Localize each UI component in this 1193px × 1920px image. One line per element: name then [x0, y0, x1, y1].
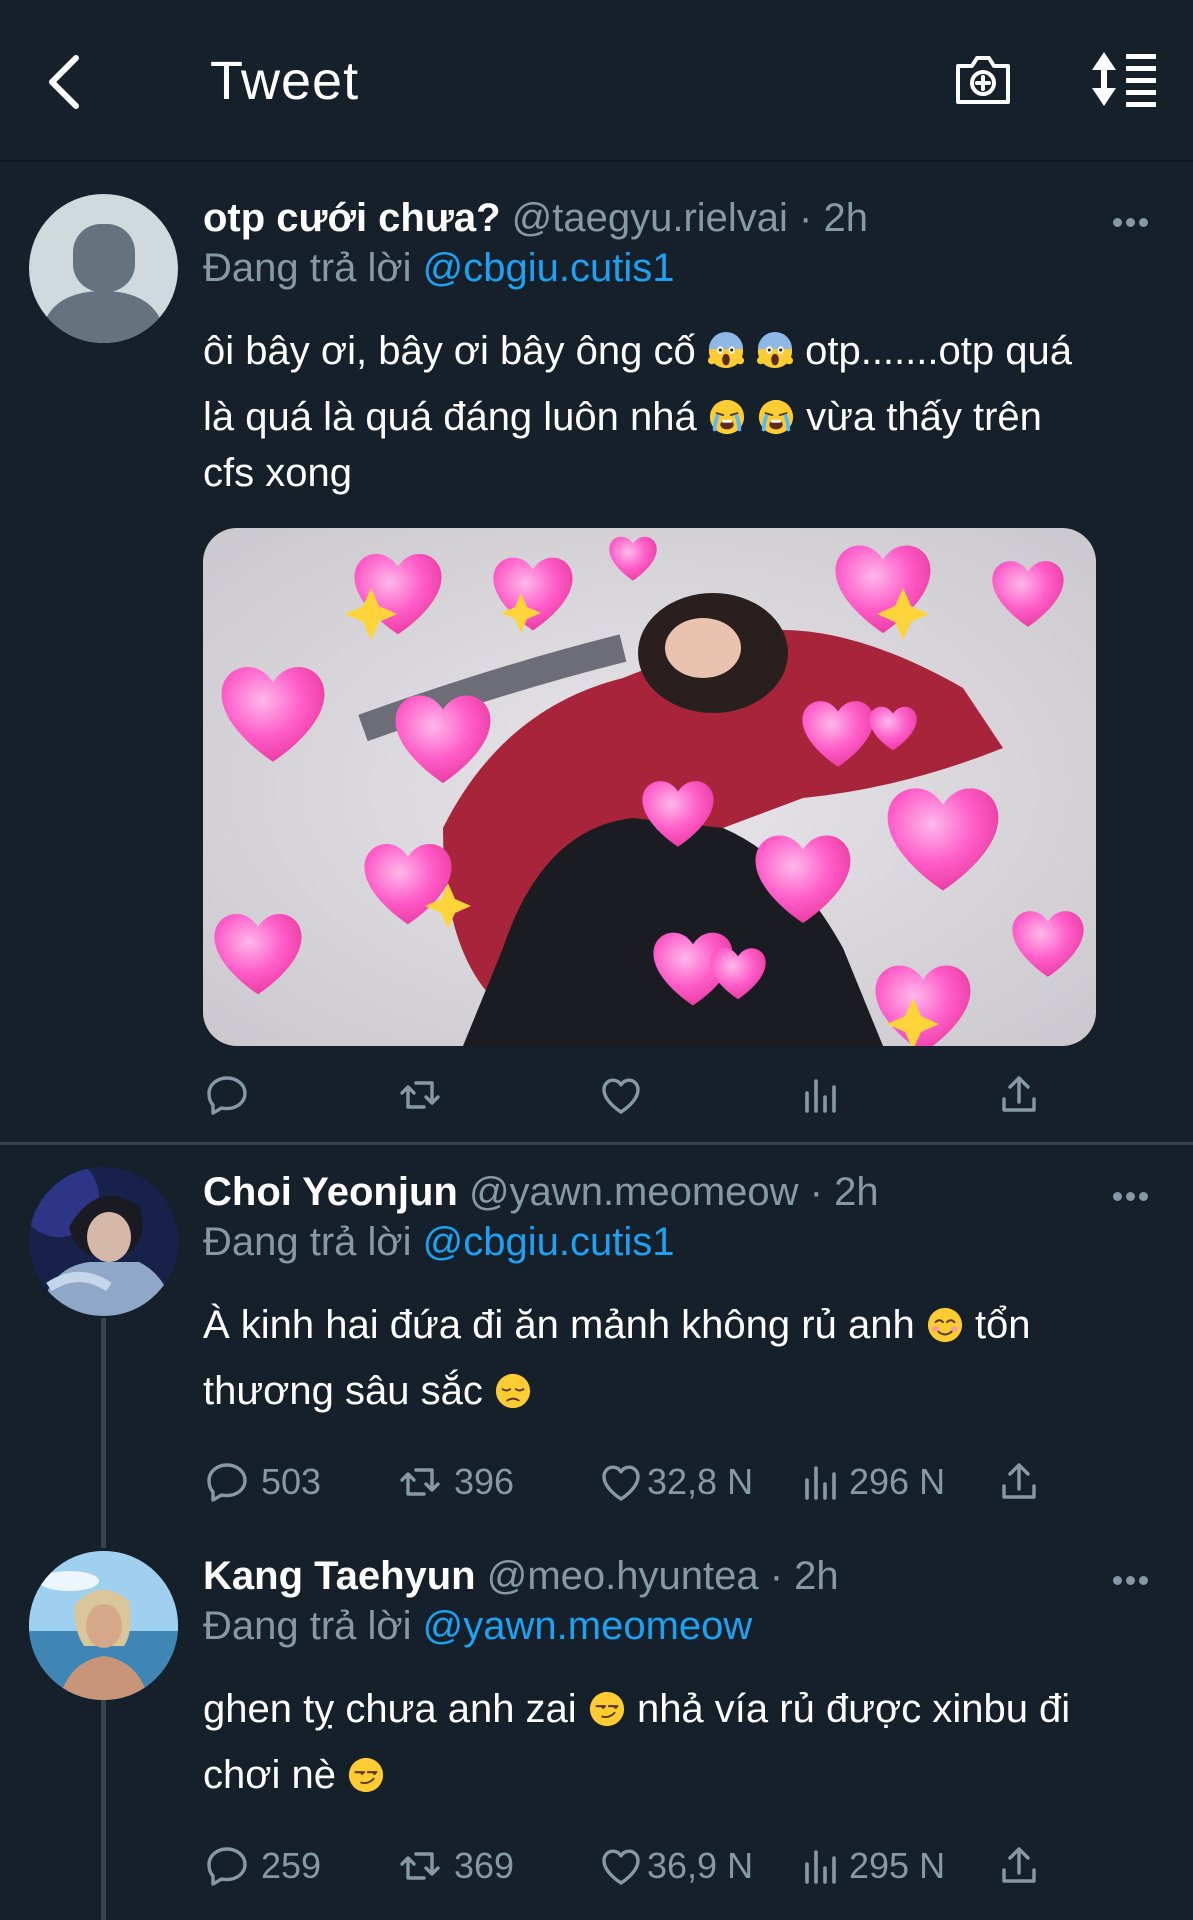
like-count: 36,9 N — [647, 1845, 754, 1886]
divider — [0, 1142, 1193, 1145]
views-button[interactable]: 296 N — [797, 1457, 945, 1507]
replying-prefix: Đang trả lời — [203, 1220, 423, 1264]
views-count: 296 N — [849, 1461, 946, 1502]
reply-count: 259 — [261, 1845, 322, 1886]
share-button[interactable] — [995, 1070, 1043, 1120]
tweet-actions: 503 396 32,8 N 296 N — [203, 1457, 1083, 1507]
scream-emoji — [707, 332, 745, 370]
retweet-count: 369 — [454, 1845, 515, 1886]
share-icon — [995, 1458, 1043, 1506]
author-name[interactable]: Choi Yeonjun — [203, 1170, 458, 1214]
more-options-button[interactable] — [1113, 214, 1153, 227]
replying-to: Đang trả lời @cbgiu.cutis1 — [203, 1220, 675, 1265]
replying-to: Đang trả lời @yawn.meomeow — [203, 1604, 752, 1649]
tweet-actions: 259 369 36,9 N 295 N — [203, 1841, 1083, 1891]
avatar[interactable] — [29, 1167, 178, 1316]
author-handle: @meo.hyuntea · 2h — [486, 1554, 839, 1598]
text-part: ôi bây ơi, bây ơi bây ông cố — [203, 329, 696, 373]
share-button[interactable] — [995, 1457, 1043, 1507]
views-button[interactable]: 295 N — [797, 1841, 945, 1891]
retweet-icon — [396, 1842, 444, 1890]
text-part: À kinh hai đứa đi ăn mảnh không rủ anh — [203, 1303, 915, 1347]
replying-prefix: Đang trả lời — [203, 246, 423, 290]
tweet-actions — [203, 1070, 1083, 1120]
reply-button[interactable]: 503 — [203, 1457, 321, 1507]
views-button[interactable] — [797, 1070, 855, 1120]
more-options-button[interactable] — [1113, 1188, 1153, 1201]
reply-tweet[interactable]: Choi Yeonjun @yawn.meomeow · 2h Đang trả… — [0, 1146, 1193, 1536]
tweet-photo[interactable] — [203, 528, 1096, 1046]
retweet-icon — [396, 1071, 444, 1119]
smirking-emoji — [347, 1756, 385, 1794]
reply-icon — [203, 1071, 251, 1119]
reply-count: 503 — [261, 1461, 322, 1502]
like-icon — [597, 1458, 645, 1506]
replying-prefix: Đang trả lời — [203, 1604, 423, 1648]
share-button[interactable] — [995, 1841, 1043, 1891]
photo-image — [203, 528, 1096, 1046]
disappointed-emoji — [494, 1372, 532, 1410]
like-icon — [597, 1071, 645, 1119]
text-part: ghen tỵ chưa anh zai — [203, 1687, 577, 1731]
views-icon — [797, 1071, 845, 1119]
text-part: chơi nè — [203, 1753, 336, 1797]
like-icon — [597, 1842, 645, 1890]
text-part: vừa thấy trên — [795, 395, 1042, 439]
share-icon — [995, 1842, 1043, 1890]
tweet-text: À kinh hai đứa đi ăn mảnh không rủ anh t… — [203, 1292, 1143, 1424]
mention-link[interactable]: @cbgiu.cutis1 — [423, 246, 675, 290]
user-photo — [29, 1167, 178, 1316]
author-name[interactable]: otp cưới chưa? — [203, 196, 501, 240]
smirking-emoji — [588, 1690, 626, 1728]
like-button[interactable] — [597, 1070, 655, 1120]
retweet-button[interactable] — [396, 1070, 454, 1120]
reply-button[interactable] — [203, 1070, 261, 1120]
mention-link[interactable]: @cbgiu.cutis1 — [423, 1220, 675, 1264]
retweet-count: 396 — [454, 1461, 515, 1502]
retweet-icon — [396, 1458, 444, 1506]
reply-icon — [203, 1842, 251, 1890]
reply-icon — [203, 1458, 251, 1506]
author-line: otp cưới chưa? @taegyu.rielvai · 2h — [203, 196, 868, 241]
retweet-button[interactable]: 396 — [396, 1457, 514, 1507]
author-line: Kang Taehyun @meo.hyuntea · 2h — [203, 1554, 839, 1599]
author-name[interactable]: Kang Taehyun — [203, 1554, 476, 1598]
text-part: là quá là quá đáng luôn nhá — [203, 395, 697, 439]
author-handle: @yawn.meomeow · 2h — [468, 1170, 879, 1214]
user-photo — [29, 1551, 178, 1700]
reply-tweet[interactable]: Kang Taehyun @meo.hyuntea · 2h Đang trả … — [0, 1530, 1193, 1920]
like-count: 32,8 N — [647, 1461, 754, 1502]
views-count: 295 N — [849, 1845, 946, 1886]
share-icon — [995, 1071, 1043, 1119]
loudly-crying-emoji — [757, 398, 795, 436]
text-part: nhả vía rủ được xinbu đi — [625, 1687, 1071, 1731]
scream-emoji — [756, 332, 794, 370]
like-button[interactable]: 32,8 N — [597, 1457, 753, 1507]
tweet-text: ghen tỵ chưa anh zai nhả vía rủ được xin… — [203, 1676, 1143, 1808]
avatar[interactable] — [29, 194, 178, 343]
default-avatar-icon — [41, 224, 165, 343]
mention-link[interactable]: @yawn.meomeow — [423, 1604, 753, 1648]
reply-button[interactable]: 259 — [203, 1841, 321, 1891]
text-part: tổn — [963, 1303, 1031, 1347]
loudly-crying-emoji — [708, 398, 746, 436]
like-button[interactable]: 36,9 N — [597, 1841, 753, 1891]
retweet-button[interactable]: 369 — [396, 1841, 514, 1891]
tweet-text: ôi bây ơi, bây ơi bây ông cố otp.......o… — [203, 318, 1143, 506]
author-line: Choi Yeonjun @yawn.meomeow · 2h — [203, 1170, 879, 1215]
views-icon — [797, 1458, 845, 1506]
main-tweet[interactable]: otp cưới chưa? @taegyu.rielvai · 2h Đang… — [0, 0, 1193, 1145]
author-handle: @taegyu.rielvai · 2h — [511, 196, 868, 240]
smiling-emoji — [926, 1306, 964, 1344]
text-part: thương sâu sắc — [203, 1369, 483, 1413]
views-icon — [797, 1842, 845, 1890]
text-part: otp.......otp quá — [793, 329, 1072, 373]
avatar[interactable] — [29, 1551, 178, 1700]
more-options-button[interactable] — [1113, 1572, 1153, 1585]
replying-to: Đang trả lời @cbgiu.cutis1 — [203, 246, 675, 291]
